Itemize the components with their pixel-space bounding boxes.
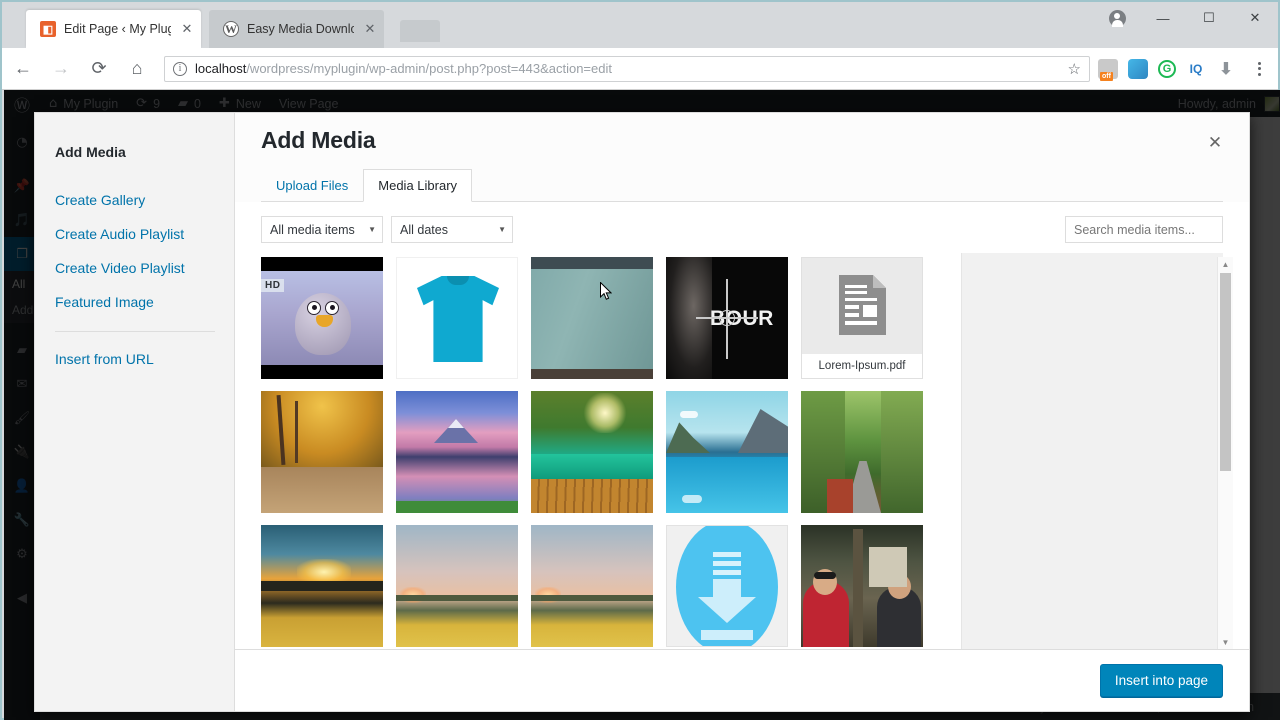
- media-grid: HD BOUR Lorem-Ipsum.pdf: [261, 253, 961, 647]
- site-info-icon[interactable]: i: [173, 61, 187, 76]
- url-host: localhost: [195, 61, 247, 76]
- modal-body: Add Media Create Gallery Create Audio Pl…: [35, 113, 1249, 711]
- window-controls: — ☐ ✕: [1094, 2, 1278, 34]
- media-item-golden-field-sunset[interactable]: [261, 525, 383, 647]
- modal-tabs: Upload Files Media Library: [261, 168, 1223, 202]
- download-extension-icon[interactable]: ⬇: [1216, 59, 1236, 79]
- modal-sidebar-heading: Add Media: [55, 144, 126, 160]
- tab-media-library[interactable]: Media Library: [363, 169, 473, 202]
- catblock-extension-icon[interactable]: off: [1098, 58, 1118, 81]
- date-filter-value: All dates: [400, 222, 448, 237]
- insert-into-page-button[interactable]: Insert into page: [1099, 664, 1223, 697]
- hd-badge: HD: [261, 279, 285, 292]
- minimize-icon[interactable]: —: [1140, 2, 1186, 34]
- browser-tab-1-title: Edit Page ‹ My Plugin —: [64, 22, 171, 36]
- browser-tabstrip: ◧ Edit Page ‹ My Plugin — ✕ W Easy Media…: [2, 2, 1278, 48]
- media-item-autumn-road[interactable]: [261, 391, 383, 513]
- media-item-teal-tshirt[interactable]: [531, 257, 653, 379]
- tab-upload-files[interactable]: Upload Files: [261, 169, 363, 202]
- document-icon: [836, 274, 888, 336]
- page-title: Add Media: [261, 127, 376, 153]
- media-item-pink-mountain-lake[interactable]: [396, 391, 518, 513]
- modal-main: Add Media Upload Files Media Library All…: [235, 113, 1249, 711]
- browser-window: ◧ Edit Page ‹ My Plugin — ✕ W Easy Media…: [0, 0, 1280, 720]
- sidebar-link-insert-from-url[interactable]: Insert from URL: [55, 342, 234, 376]
- browser-tab-1-close-icon[interactable]: ✕: [179, 21, 195, 37]
- modal-footer: Insert into page: [235, 649, 1249, 711]
- sidebar-link-create-video-playlist[interactable]: Create Video Playlist: [55, 251, 234, 285]
- wordpress-admin-page: Ⓦ ⌂ My Plugin ⟳ 9 ▰ 0 ✚ New View Page Ho…: [4, 90, 1280, 720]
- window-close-icon[interactable]: ✕: [1232, 2, 1278, 34]
- media-item-cyan-tshirt[interactable]: [396, 257, 518, 379]
- media-item-video-bird-thumbnail[interactable]: HD: [261, 257, 383, 379]
- add-media-modal: ✕ Add Media Create Gallery Create Audio …: [34, 112, 1250, 712]
- grammarly-extension-icon[interactable]: G: [1158, 59, 1176, 78]
- media-grid-wrapper: HD BOUR Lorem-Ipsum.pdf ▲ ▼: [235, 253, 1249, 649]
- search-input[interactable]: Search media items...: [1065, 216, 1223, 243]
- search-input-placeholder: Search media items...: [1074, 222, 1195, 237]
- date-filter[interactable]: All dates ▼: [391, 216, 513, 243]
- browser-toolbar: ← → ⟳ ⌂ i localhost/wordpress/myplugin/w…: [2, 48, 1278, 90]
- media-details-panel: [961, 253, 1223, 649]
- close-icon[interactable]: ✕: [1195, 123, 1235, 163]
- sidebar-link-featured-image[interactable]: Featured Image: [55, 285, 234, 319]
- media-grid-scrollbar[interactable]: ▲ ▼: [1217, 257, 1233, 649]
- media-item-green-forest-road[interactable]: [801, 391, 923, 513]
- bookmark-star-icon[interactable]: ☆: [1060, 60, 1081, 78]
- back-icon[interactable]: ←: [6, 52, 40, 86]
- media-item-lorem-ipsum-pdf[interactable]: Lorem-Ipsum.pdf: [801, 257, 923, 379]
- media-item-two-men-photo[interactable]: [801, 525, 923, 647]
- browser-tab-2-title: Easy Media Download —: [247, 22, 354, 36]
- media-item-blue-mountain-lake[interactable]: [666, 391, 788, 513]
- scrollbar-up-icon[interactable]: ▲: [1218, 257, 1233, 271]
- browser-tab-1[interactable]: ◧ Edit Page ‹ My Plugin — ✕: [26, 10, 201, 48]
- media-item-filename: Lorem-Ipsum.pdf: [802, 354, 922, 378]
- profile-icon[interactable]: [1094, 2, 1140, 34]
- media-item-pastel-field-sunrise-1[interactable]: [396, 525, 518, 647]
- media-item-green-lagoon-dock[interactable]: [531, 391, 653, 513]
- media-type-filter[interactable]: All media items ▼: [261, 216, 383, 243]
- scrollbar-thumb[interactable]: [1220, 273, 1231, 471]
- sidebar-link-create-audio-playlist[interactable]: Create Audio Playlist: [55, 217, 234, 251]
- chevron-down-icon-2: ▼: [498, 225, 506, 234]
- sidebar-link-create-gallery[interactable]: Create Gallery: [55, 183, 234, 217]
- media-item-download-icon-graphic[interactable]: [666, 525, 788, 647]
- new-tab-button[interactable]: [400, 20, 440, 42]
- browser-menu-icon[interactable]: [1246, 61, 1272, 76]
- reload-icon[interactable]: ⟳: [82, 52, 116, 86]
- media-type-filter-value: All media items: [270, 222, 355, 237]
- iq-extension-icon[interactable]: IQ: [1186, 59, 1206, 79]
- rocket-extension-icon[interactable]: [1128, 58, 1148, 79]
- media-grid-viewport: HD BOUR Lorem-Ipsum.pdf: [261, 253, 961, 649]
- sidebar-divider: [55, 331, 215, 332]
- chevron-down-icon: ▼: [368, 225, 376, 234]
- browser-tab-2-close-icon[interactable]: ✕: [362, 21, 378, 37]
- modal-header: Add Media Upload Files Media Library: [235, 113, 1249, 202]
- extension-icons: off G IQ ⬇: [1098, 58, 1278, 81]
- media-item-bourne-poster[interactable]: BOUR: [666, 257, 788, 379]
- wordpress-icon: W: [223, 21, 239, 37]
- media-item-pastel-field-sunrise-2[interactable]: [531, 525, 653, 647]
- modal-sidebar: Add Media Create Gallery Create Audio Pl…: [35, 113, 235, 711]
- forward-icon[interactable]: →: [44, 52, 78, 86]
- address-bar-url: localhost/wordpress/myplugin/wp-admin/po…: [195, 61, 612, 76]
- address-bar[interactable]: i localhost/wordpress/myplugin/wp-admin/…: [164, 55, 1090, 82]
- media-filter-toolbar: All media items ▼ All dates ▼ Search med…: [235, 202, 1249, 253]
- url-path: /wordpress/myplugin/wp-admin/post.php?po…: [246, 61, 612, 76]
- maximize-icon[interactable]: ☐: [1186, 2, 1232, 34]
- browser-tab-2[interactable]: W Easy Media Download — ✕: [209, 10, 384, 48]
- plugin-icon: ◧: [40, 21, 56, 37]
- home-icon[interactable]: ⌂: [120, 52, 154, 86]
- scrollbar-down-icon[interactable]: ▼: [1218, 635, 1233, 649]
